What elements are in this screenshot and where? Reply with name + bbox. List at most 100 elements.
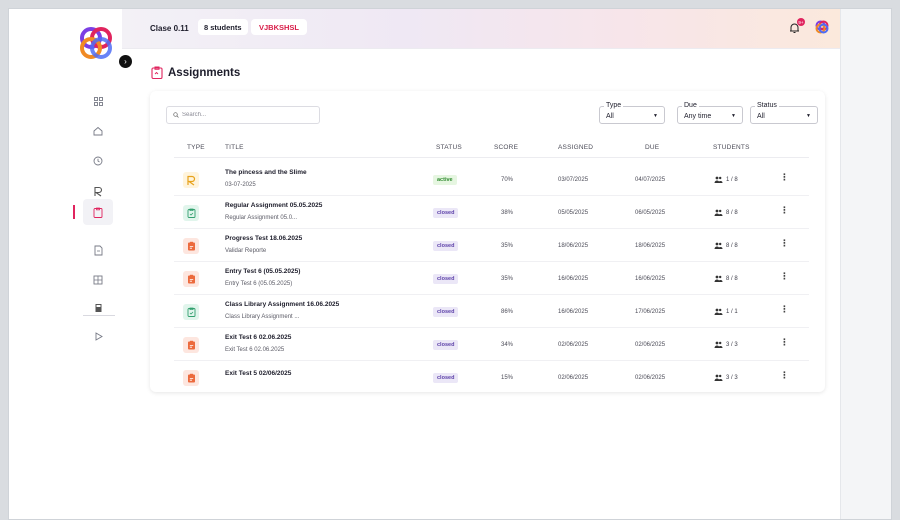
user-avatar[interactable] — [814, 19, 830, 35]
class-code-pill[interactable]: VJBKSHSL — [251, 19, 308, 35]
home-icon — [93, 126, 103, 136]
assignment-title[interactable]: Exit Test 6 02.06.2025 — [225, 334, 291, 341]
assignment-title[interactable]: The pincess and the Slime — [225, 169, 307, 176]
test-type-icon — [183, 271, 199, 287]
chevron-down-icon: ▼ — [653, 113, 658, 119]
class-name[interactable]: Clase 0.11 — [150, 24, 189, 33]
column-header-score[interactable]: SCORE — [494, 144, 518, 151]
score-value: 15% — [501, 375, 514, 381]
search-icon — [173, 112, 179, 118]
assignment-title[interactable]: Class Library Assignment 16.06.2025 — [225, 301, 339, 308]
status-badge: closed — [433, 241, 459, 251]
filter-status-label: Status — [755, 102, 779, 110]
filter-status-value: All — [757, 113, 765, 120]
assignment-type-icon — [183, 205, 199, 221]
score-value: 86% — [501, 309, 514, 315]
students-count: 8 / 8 — [726, 275, 738, 282]
table-row[interactable]: Class Library Assignment 16.06.2025 Class… — [174, 295, 809, 328]
more-options-icon[interactable]: ⋮ — [780, 304, 789, 315]
score-value: 38% — [501, 210, 514, 216]
document-icon — [94, 245, 102, 255]
right-gutter — [840, 9, 891, 519]
score-value: 34% — [501, 342, 514, 348]
students-count: 1 / 8 — [726, 176, 738, 183]
assignment-subtitle: Validar Reporte — [225, 248, 267, 254]
more-options-icon[interactable]: ⋮ — [780, 337, 789, 348]
more-options-icon[interactable]: ⋮ — [780, 205, 789, 216]
students-progress: 8 / 8 — [714, 209, 738, 216]
search-input[interactable] — [182, 112, 312, 118]
students-icon — [714, 176, 723, 183]
reading-icon — [94, 186, 103, 196]
book-icon — [95, 304, 101, 312]
students-count-pill[interactable]: 8 students — [198, 19, 248, 35]
table-row[interactable]: Exit Test 5 02/06/2025 closed 15% 02/06/202… — [174, 361, 809, 394]
assignments-icon — [93, 207, 103, 218]
sidebar-item-dashboard[interactable] — [83, 88, 113, 114]
sidebar-toggle-button[interactable]: › — [119, 55, 132, 68]
due-date: 06/05/2025 — [635, 210, 666, 216]
table-row[interactable]: Exit Test 6 02.06.2025 Exit Test 6 02.06.… — [174, 328, 809, 361]
table-row[interactable]: Regular Assignment 05.05.2025 Regular Ass… — [174, 196, 809, 229]
assigned-date: 02/06/2025 — [558, 375, 589, 381]
assignment-title[interactable]: Regular Assignment 05.05.2025 — [225, 202, 322, 209]
more-options-icon[interactable]: ⋮ — [780, 238, 789, 249]
sidebar-item-home[interactable] — [83, 118, 113, 144]
assignment-title[interactable]: Exit Test 5 02/06/2025 — [225, 370, 291, 377]
page-header: Assignments — [151, 66, 240, 79]
students-icon — [714, 308, 723, 315]
students-progress: 8 / 8 — [714, 242, 738, 249]
sidebar-item-history[interactable] — [83, 148, 113, 174]
sidebar-item-library[interactable] — [83, 295, 113, 321]
filter-type-label: Type — [604, 102, 624, 110]
test-type-icon — [183, 337, 199, 353]
table-row[interactable]: The pincess and the Slime 03-07-2025 activ… — [174, 163, 809, 196]
column-header-status[interactable]: STATUS — [436, 144, 462, 151]
due-date: 16/06/2025 — [635, 276, 666, 282]
assignment-subtitle: 03-07-2025 — [225, 182, 256, 188]
students-count: 8 / 8 — [726, 209, 738, 216]
score-value: 35% — [501, 243, 514, 249]
table-row[interactable]: Entry Test 6 (05.05.2025) Entry Test 6 (0… — [174, 262, 809, 295]
filter-status[interactable]: Status All ▼ — [750, 102, 818, 124]
assignment-title[interactable]: Entry Test 6 (05.05.2025) — [225, 268, 300, 275]
column-header-assigned[interactable]: ASSIGNED — [558, 144, 593, 151]
filter-type[interactable]: Type All ▼ — [599, 102, 665, 124]
sidebar-item-documents[interactable] — [83, 237, 113, 263]
status-badge: closed — [433, 274, 459, 284]
sidebar-item-reports[interactable] — [83, 267, 113, 293]
sidebar-item-play[interactable] — [83, 323, 113, 349]
filter-due-value: Any time — [684, 113, 712, 120]
assigned-date: 03/07/2025 — [558, 177, 589, 183]
assignment-title[interactable]: Progress Test 18.06.2025 — [225, 235, 302, 242]
filter-due[interactable]: Due Any time ▼ — [677, 102, 743, 124]
status-badge: closed — [433, 208, 459, 218]
score-value: 70% — [501, 177, 514, 183]
students-count: 3 / 3 — [726, 374, 738, 381]
more-options-icon[interactable]: ⋮ — [780, 271, 789, 282]
page-title: Assignments — [168, 66, 241, 79]
assignments-icon — [151, 66, 163, 79]
column-header-title[interactable]: TITLE — [225, 144, 244, 151]
active-indicator — [73, 205, 75, 219]
app-logo[interactable] — [76, 23, 116, 63]
assignment-subtitle: Class Library Assignment ... — [225, 314, 300, 320]
chevron-down-icon: ▼ — [731, 113, 736, 119]
due-date: 02/06/2025 — [635, 342, 666, 348]
column-header-due[interactable]: DUE — [645, 144, 659, 151]
more-options-icon[interactable]: ⋮ — [780, 172, 789, 183]
more-options-icon[interactable]: ⋮ — [780, 370, 789, 381]
test-type-icon — [183, 238, 199, 254]
filter-due-label: Due — [682, 102, 699, 110]
column-header-type[interactable]: TYPE — [187, 144, 205, 151]
score-value: 35% — [501, 276, 514, 282]
due-date: 18/06/2025 — [635, 243, 666, 249]
filter-type-value: All — [606, 113, 614, 120]
students-count: 1 / 1 — [726, 308, 738, 315]
students-icon — [714, 209, 723, 216]
sidebar-item-assignments[interactable] — [83, 199, 113, 225]
table-row[interactable]: Progress Test 18.06.2025 Validar Reporte c… — [174, 229, 809, 262]
column-header-students[interactable]: STUDENTS — [713, 144, 750, 151]
test-type-icon — [183, 370, 199, 386]
search-box[interactable] — [166, 106, 320, 124]
